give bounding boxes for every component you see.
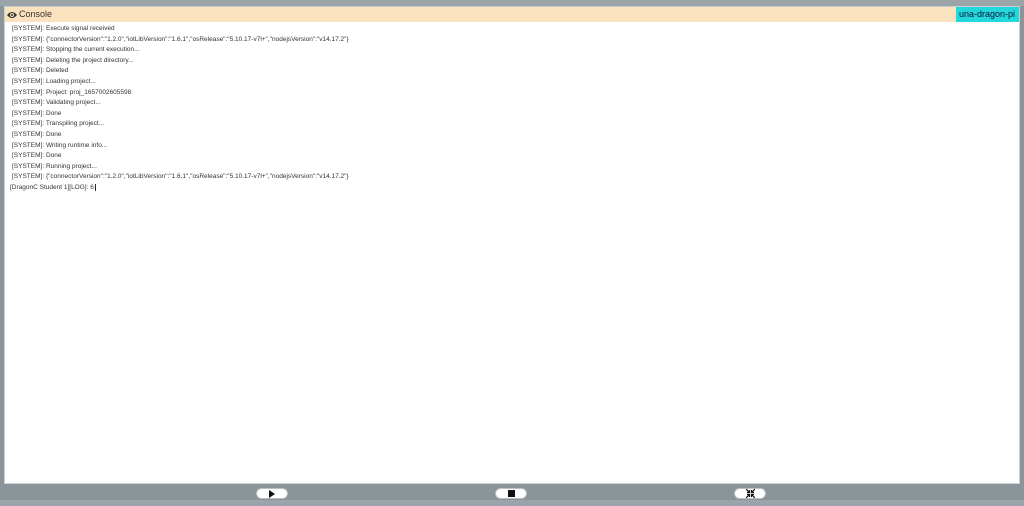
log-line: [SYSTEM]: Transpiling project... [12,120,105,128]
collapse-icon [745,489,755,498]
log-line: [SYSTEM]: Done [12,130,62,138]
console-log[interactable]: [SYSTEM]: Execute signal received [SYSTE… [5,22,1019,194]
log-line: [SYSTEM]: Deleting the project directory… [12,56,134,64]
console-panel: Console una-dragon-pi [SYSTEM]: Execute … [4,6,1020,484]
stop-icon [507,490,515,497]
eye-icon[interactable] [6,9,18,21]
fullscreen-button[interactable] [734,488,766,499]
stop-button[interactable] [495,488,527,499]
log-line: [SYSTEM]: Done [12,109,62,117]
log-line: [SYSTEM]: Project: proj_1657002605598 [12,88,132,96]
log-line: [SYSTEM]: Execute signal received [12,25,115,32]
log-line: [SYSTEM]: {"connectorVersion":"1.2.0","i… [12,35,349,43]
console-header: Console una-dragon-pi [5,7,1019,22]
backdrop-bottom [0,500,1024,506]
log-line: [SYSTEM]: Writing runtime info... [12,141,108,149]
user-log-text: [DragonC Student 1][LOG]: 6 [10,183,94,191]
log-line: [SYSTEM]: {"connectorVersion":"1.2.0","i… [12,173,349,181]
play-button[interactable] [256,488,288,499]
play-icon [269,489,275,498]
log-line: [SYSTEM]: Deleted [12,67,69,75]
log-line: [SYSTEM]: Loading project... [12,77,96,85]
log-line: [SYSTEM]: Done [12,152,62,160]
log-line: [SYSTEM]: Running project... [12,162,97,170]
console-title: Console [19,9,53,19]
device-badge: una-dragon-pi [955,7,1019,22]
log-line: [SYSTEM]: Validating project... [12,99,101,107]
text-cursor [94,183,96,191]
user-log-line: [DragonC Student 1][LOG]: 6 [5,183,1019,194]
log-line: [SYSTEM]: Stopping the current execution… [12,46,140,54]
